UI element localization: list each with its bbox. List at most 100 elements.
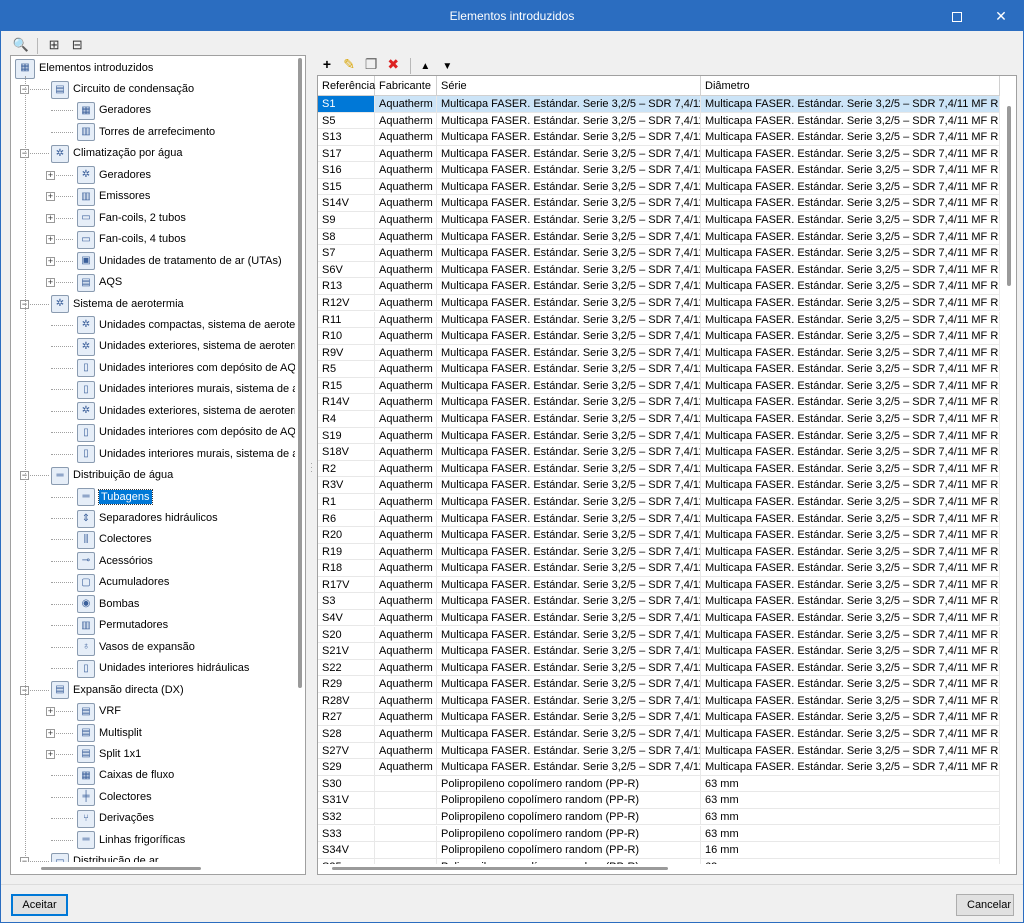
table-row[interactable]: R5 Aquatherm Multicapa FASER. Estándar. Se…	[318, 361, 1000, 378]
tree-node[interactable]: ✲ Sistema de aerotermia	[51, 294, 184, 315]
table-row[interactable]: S14V Aquatherm Multicapa FASER. Estándar. …	[318, 195, 1000, 212]
tree-node[interactable]: ═ Linhas frigoríficas	[77, 830, 185, 851]
tree-node[interactable]: ✲ Unidades exteriores, sistema de aeroter…	[77, 336, 297, 357]
column-header-reference[interactable]: Referência	[318, 76, 375, 96]
tree-node[interactable]: ⑂ Derivações	[77, 808, 154, 829]
expand-toggle-icon[interactable]: +	[46, 728, 55, 738]
table-row[interactable]: S33 Polipropileno copolímero random (PP-R…	[318, 825, 1000, 843]
tree-horizontal-scrollbar[interactable]	[11, 862, 297, 874]
expand-all-icon[interactable]: ⊞	[44, 35, 64, 55]
expand-toggle-icon[interactable]: +	[46, 213, 55, 223]
tree-node[interactable]: ✲ Climatização por água	[51, 143, 182, 164]
tree-node[interactable]: ⫼ Colectores	[77, 529, 152, 550]
tree-node[interactable]: ▦ Caixas de fluxo	[77, 765, 174, 786]
table-row[interactable]: S28 Aquatherm Multicapa FASER. Estándar. S…	[318, 726, 1000, 743]
table-row[interactable]: R28V Aquatherm Multicapa FASER. Estándar. …	[318, 692, 1000, 710]
table-row[interactable]: R2 Aquatherm Multicapa FASER. Estándar. Se…	[318, 460, 1000, 478]
tree-node[interactable]: ▤ AQS	[77, 272, 122, 293]
table-row[interactable]: S22 Aquatherm Multicapa FASER. Estándar. S…	[318, 659, 1000, 677]
column-header-manufacturer[interactable]: Fabricante	[375, 76, 437, 96]
table-row[interactable]: R3V Aquatherm Multicapa FASER. Estándar. S…	[318, 477, 1000, 494]
table-row[interactable]: S13 Aquatherm Multicapa FASER. Estándar. S…	[318, 129, 1000, 146]
table-row[interactable]: S1 Aquatherm Multicapa FASER. Estándar. Se…	[318, 96, 1000, 113]
table-row[interactable]: S21V Aquatherm Multicapa FASER. Estándar. …	[318, 643, 1000, 660]
expand-toggle-icon[interactable]: +	[46, 256, 55, 266]
expand-toggle-icon[interactable]: +	[46, 707, 55, 717]
add-icon[interactable]: +	[319, 56, 335, 72]
tree-node[interactable]: ▯ Unidades interiores murais, sistema de …	[77, 444, 297, 465]
table-row[interactable]: S5 Aquatherm Multicapa FASER. Estándar. Se…	[318, 112, 1000, 130]
tree-node[interactable]: ▯ Unidades interiores hidráulicas	[77, 658, 249, 679]
tree-node[interactable]: ✲ Unidades compactas, sistema de aeroterm…	[77, 315, 297, 336]
close-button[interactable]: ✕	[979, 1, 1023, 31]
table-row[interactable]: S27V Aquatherm Multicapa FASER. Estándar. …	[318, 742, 1000, 760]
expand-toggle-icon[interactable]: +	[46, 170, 55, 180]
table-row[interactable]: S32 Polipropileno copolímero random (PP-R…	[318, 808, 1000, 826]
tree-node[interactable]: ▢ Acumuladores	[77, 572, 169, 593]
tree-node[interactable]: ▤ Expansão directa (DX)	[51, 680, 184, 701]
accept-button[interactable]: Aceitar	[11, 894, 68, 916]
table-row[interactable]: S7 Aquatherm Multicapa FASER. Estándar. Se…	[318, 245, 1000, 262]
table-row[interactable]: R27 Aquatherm Multicapa FASER. Estándar. S…	[318, 709, 1000, 726]
scrollbar-thumb[interactable]	[332, 867, 668, 870]
copy-icon[interactable]: ❐	[363, 56, 379, 72]
table-row[interactable]: R18 Aquatherm Multicapa FASER. Estándar. S…	[318, 560, 1000, 577]
table-row[interactable]: R20 Aquatherm Multicapa FASER. Estándar. S…	[318, 527, 1000, 544]
column-header-series[interactable]: Série	[437, 76, 701, 96]
table-row[interactable]: R1 Aquatherm Multicapa FASER. Estándar. Se…	[318, 493, 1000, 511]
tree-node[interactable]: ✲ Unidades exteriores, sistema de aeroter…	[77, 401, 297, 422]
tree-node[interactable]: ▤ Circuito de condensação	[51, 79, 194, 100]
table-row[interactable]: S16 Aquatherm Multicapa FASER. Estándar. S…	[318, 162, 1000, 179]
table-row[interactable]: R12V Aquatherm Multicapa FASER. Estándar. …	[318, 294, 1000, 312]
tree-node[interactable]: ▭ Fan-coils, 4 tubos	[77, 229, 186, 250]
tree-node[interactable]: ═ Distribuição de água	[51, 465, 173, 486]
scrollbar-thumb[interactable]	[41, 867, 201, 870]
scrollbar-thumb[interactable]	[298, 58, 302, 688]
tree-node[interactable]: ◉ Bombas	[77, 594, 139, 615]
table-row[interactable]: S15 Aquatherm Multicapa FASER. Estándar. S…	[318, 178, 1000, 196]
edit-icon[interactable]: ✎	[341, 56, 357, 72]
tree-vertical-scrollbar[interactable]	[295, 56, 305, 862]
tree-node[interactable]: ▦ Geradores	[77, 100, 151, 121]
tree-root[interactable]: ▦ Elementos introduzidos	[15, 58, 153, 79]
tree-node[interactable]: ⊸ Acessórios	[77, 551, 153, 572]
table-row[interactable]: S4V Aquatherm Multicapa FASER. Estándar. S…	[318, 609, 1000, 627]
table-row[interactable]: S6V Aquatherm Multicapa FASER. Estándar. S…	[318, 261, 1000, 279]
maximize-button[interactable]	[935, 1, 979, 31]
search-icon[interactable]: 🔍	[11, 35, 31, 55]
tree-node[interactable]: ▥ Permutadores	[77, 615, 168, 636]
table-row[interactable]: R11 Aquatherm Multicapa FASER. Estándar. S…	[318, 311, 1000, 329]
collapse-all-icon[interactable]: ⊟	[67, 35, 87, 55]
table-row[interactable]: S9 Aquatherm Multicapa FASER. Estándar. Se…	[318, 212, 1000, 229]
table-row[interactable]: S18V Aquatherm Multicapa FASER. Estándar. …	[318, 444, 1000, 461]
tree-node[interactable]: ▤ Split 1x1	[77, 744, 141, 765]
table-row[interactable]: R4 Aquatherm Multicapa FASER. Estándar. Se…	[318, 411, 1000, 428]
table-vertical-scrollbar[interactable]	[1002, 76, 1016, 864]
expand-toggle-icon[interactable]: +	[46, 278, 55, 288]
table-row[interactable]: S31V Polipropileno copolímero random (PP-…	[318, 792, 1000, 809]
tree-node[interactable]: ▯ Unidades interiores com depósito de AQS…	[77, 422, 297, 443]
table-horizontal-scrollbar[interactable]	[318, 862, 1000, 874]
tree-node[interactable]: ▤ VRF	[77, 701, 121, 722]
scrollbar-thumb[interactable]	[1007, 106, 1011, 286]
tree-node[interactable]: ▤ Multisplit	[77, 723, 142, 744]
delete-icon[interactable]: ✖	[385, 56, 401, 72]
table-row[interactable]: S17 Aquatherm Multicapa FASER. Estándar. S…	[318, 145, 1000, 163]
tree-node[interactable]: ▯ Unidades interiores murais, sistema de …	[77, 379, 297, 400]
table-row[interactable]: S30 Polipropileno copolímero random (PP-R…	[318, 775, 1000, 793]
table-row[interactable]: S3 Aquatherm Multicapa FASER. Estándar. Se…	[318, 593, 1000, 610]
expand-toggle-icon[interactable]: +	[46, 749, 55, 759]
tree-node[interactable]: ⇕ Separadores hidráulicos	[77, 508, 218, 529]
table-row[interactable]: S29 Aquatherm Multicapa FASER. Estándar. S…	[318, 759, 1000, 776]
table-row[interactable]: R9V Aquatherm Multicapa FASER. Estándar. S…	[318, 344, 1000, 362]
splitter-handle[interactable]: · · ·	[310, 459, 314, 476]
tree-node[interactable]: ♁ Vasos de expansão	[77, 637, 195, 658]
table-row[interactable]: S19 Aquatherm Multicapa FASER. Estándar. S…	[318, 427, 1000, 445]
table-row[interactable]: R13 Aquatherm Multicapa FASER. Estándar. S…	[318, 278, 1000, 295]
tree-node[interactable]: ▯ Unidades interiores com depósito de AQS…	[77, 358, 297, 379]
move-up-icon[interactable]: ▲	[417, 59, 433, 75]
tree-node[interactable]: ▥ Emissores	[77, 186, 150, 207]
tree-node[interactable]: ═ Tubagens	[77, 487, 153, 508]
table-row[interactable]: R29 Aquatherm Multicapa FASER. Estándar. S…	[318, 676, 1000, 693]
tree-node[interactable]: ╪ Colectores	[77, 787, 152, 808]
